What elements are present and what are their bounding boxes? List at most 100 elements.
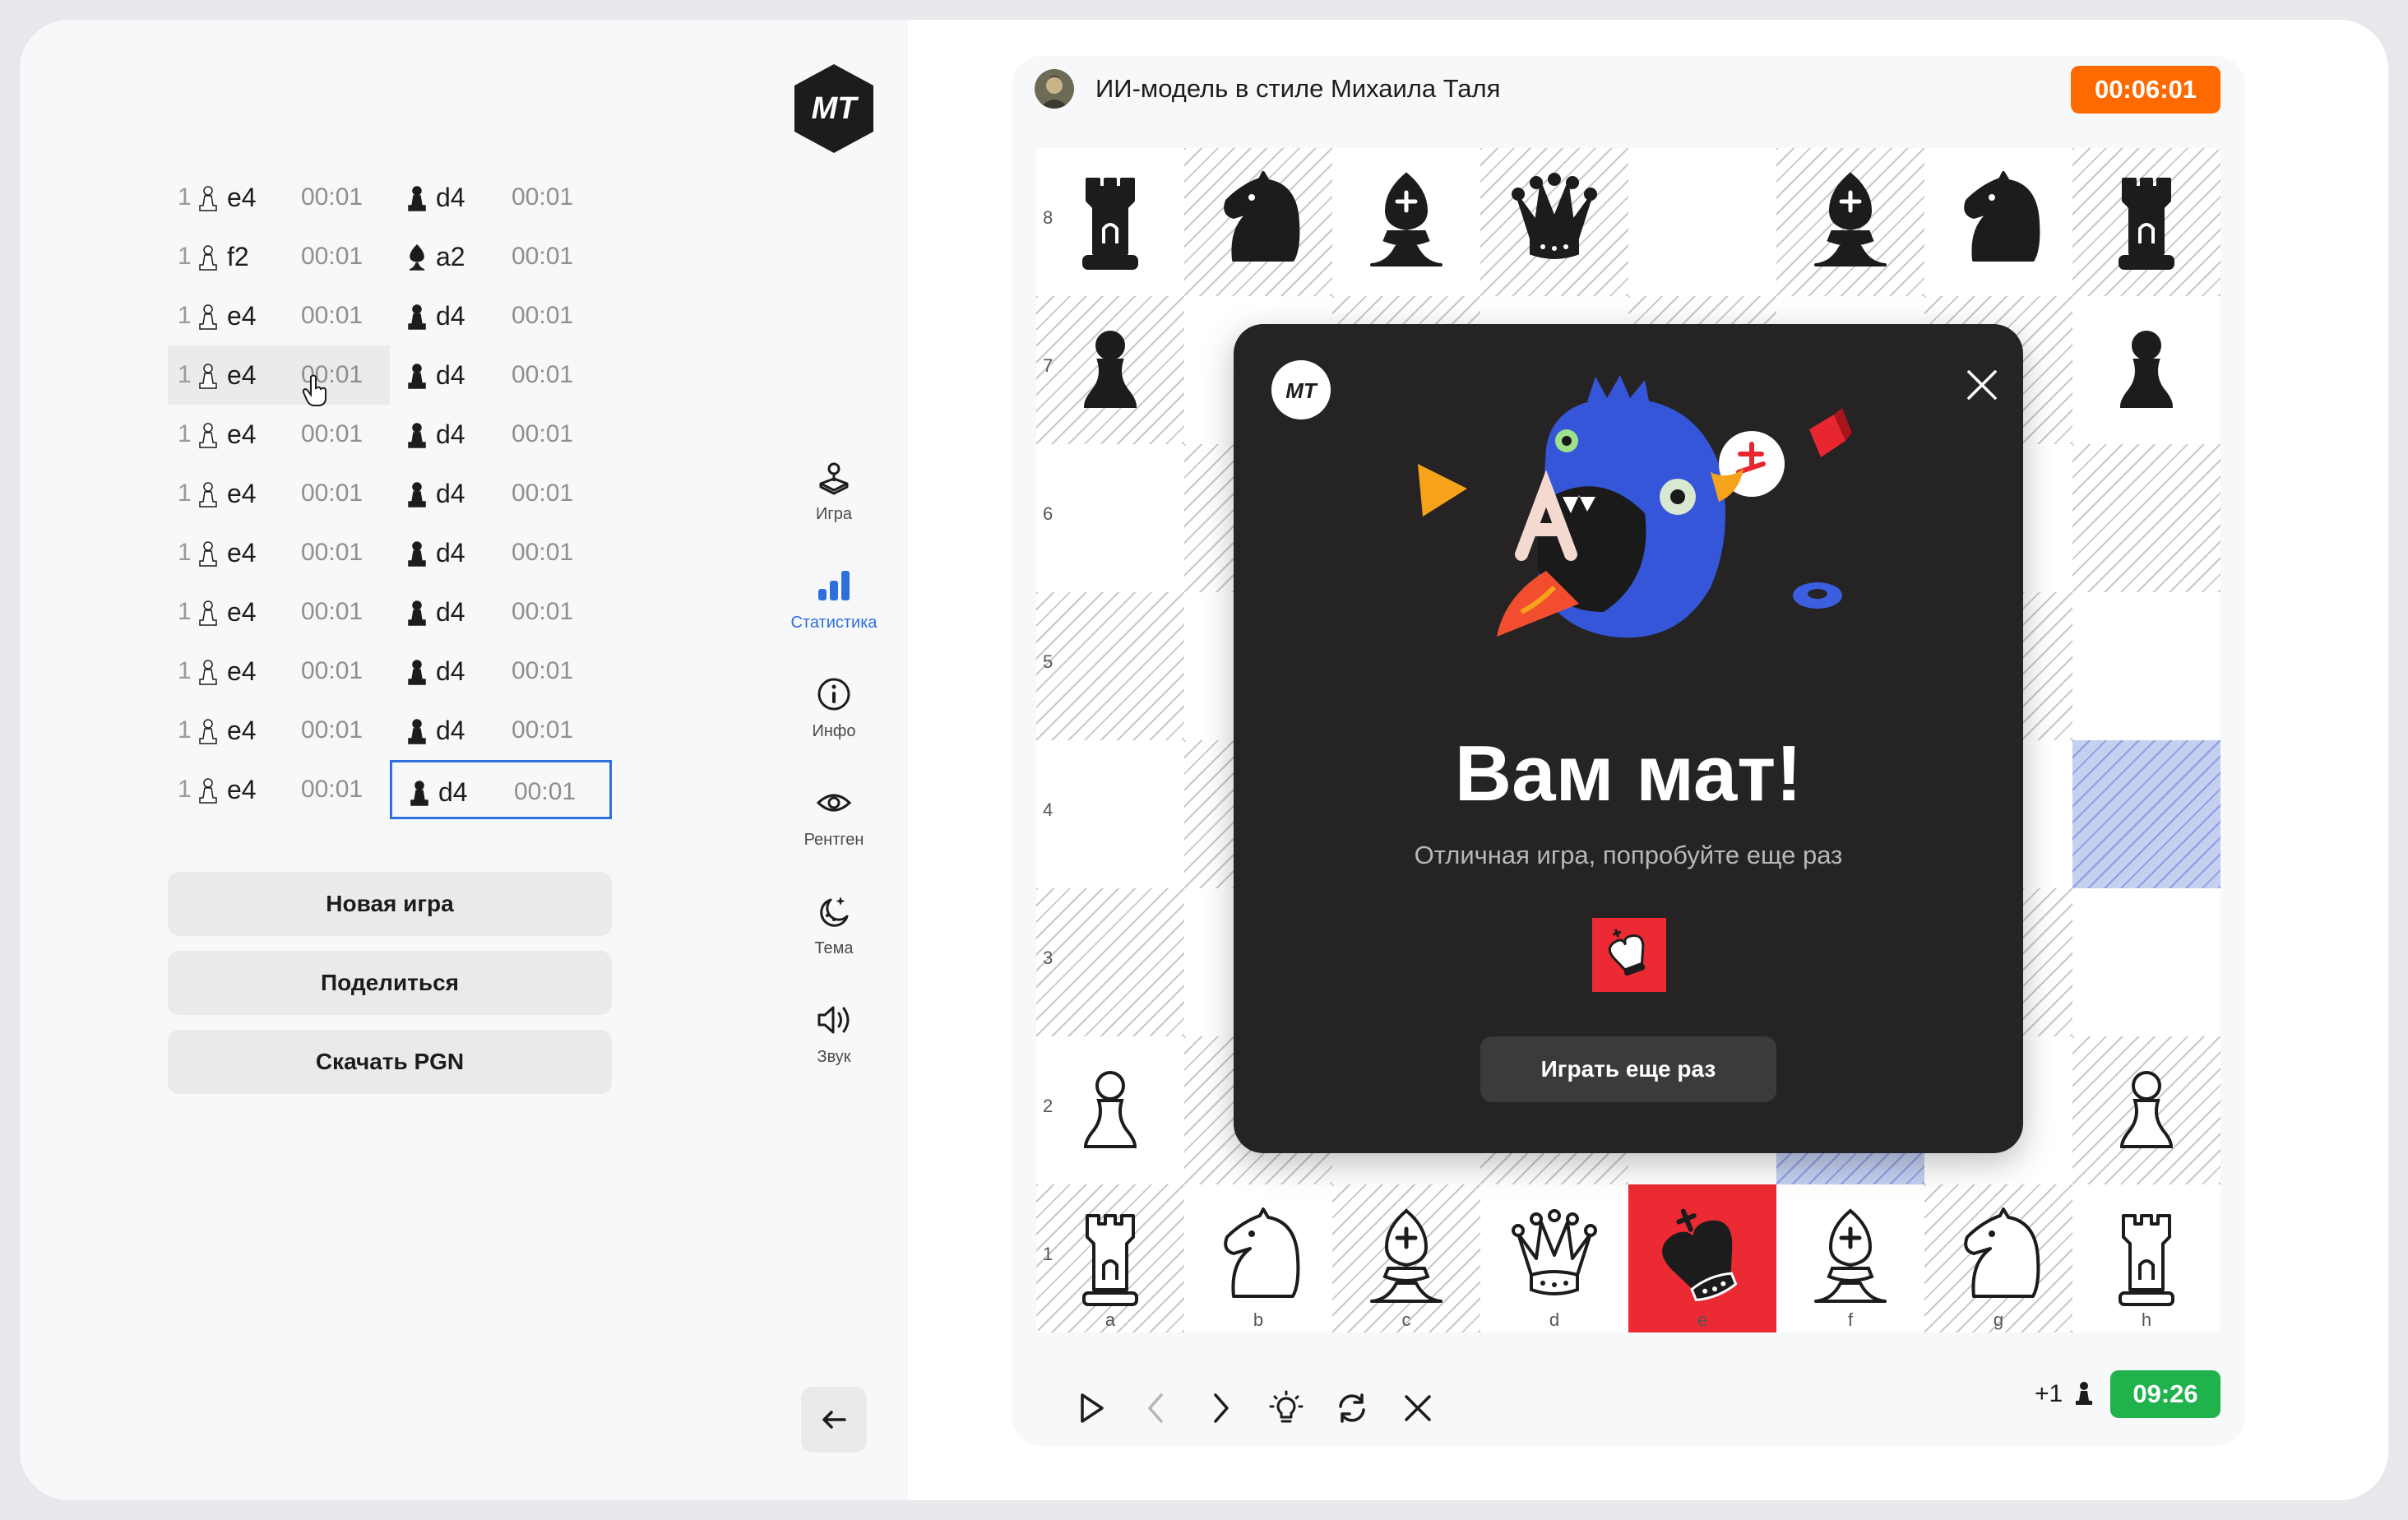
modal-title: Вам мат!: [1454, 730, 1803, 818]
white-pawn-icon: [199, 245, 217, 271]
pawn-black-icon[interactable]: [1053, 313, 1168, 428]
rook-black-icon[interactable]: [2089, 165, 2204, 280]
square-d8[interactable]: [1480, 148, 1628, 296]
knight-white-icon[interactable]: [1941, 1201, 2056, 1316]
play-again-button[interactable]: Играть еще раз: [1480, 1036, 1776, 1102]
black-move[interactable]: d4 00:01: [390, 286, 612, 345]
nav-info[interactable]: Инфо: [789, 676, 879, 741]
square-c8[interactable]: [1332, 148, 1480, 296]
square-a3[interactable]: 3: [1036, 888, 1184, 1036]
white-move[interactable]: 1 e4 00:01: [168, 286, 390, 345]
square-e8[interactable]: [1628, 148, 1776, 296]
chevron-right-icon[interactable]: [1202, 1390, 1239, 1426]
white-move[interactable]: 1 e4 00:01: [168, 582, 390, 642]
square-h4[interactable]: [2072, 740, 2220, 888]
square-a6[interactable]: 6: [1036, 444, 1184, 592]
modal-close-icon[interactable]: [1964, 367, 2000, 403]
square-g8[interactable]: [1924, 148, 2072, 296]
black-move[interactable]: d4 00:01: [390, 701, 612, 760]
square-a1[interactable]: 1a: [1036, 1184, 1184, 1332]
flip-board-icon[interactable]: [1334, 1390, 1370, 1426]
move-square: e4: [227, 656, 257, 686]
nav-sound[interactable]: Звук: [789, 1002, 879, 1067]
move-square: d4: [436, 597, 465, 627]
square-b1[interactable]: b: [1184, 1184, 1332, 1332]
square-h6[interactable]: [2072, 444, 2220, 592]
white-pawn-icon: [199, 778, 217, 804]
close-icon[interactable]: [1400, 1390, 1436, 1426]
bishop-black-icon[interactable]: [1793, 165, 1908, 280]
white-move[interactable]: 1 e4 00:01: [168, 760, 390, 819]
square-h2[interactable]: [2072, 1036, 2220, 1184]
square-a7[interactable]: 7: [1036, 296, 1184, 444]
black-move[interactable]: d4 00:01: [390, 405, 612, 464]
square-c1[interactable]: c: [1332, 1184, 1480, 1332]
black-move[interactable]: d4 00:01: [390, 582, 612, 642]
move-time: 00:01: [301, 243, 364, 270]
square-h8[interactable]: [2072, 148, 2220, 296]
square-f1[interactable]: f: [1776, 1184, 1924, 1332]
square-a2[interactable]: 2: [1036, 1036, 1184, 1184]
back-button[interactable]: [801, 1387, 867, 1453]
black-pawn-icon: [408, 364, 426, 389]
queen-black-icon[interactable]: [1497, 165, 1612, 280]
move-number: 1: [178, 598, 192, 625]
black-move[interactable]: d4 00:01: [390, 168, 612, 227]
square-e1[interactable]: e: [1628, 1184, 1776, 1332]
white-move[interactable]: 1 e4 00:01: [168, 642, 390, 701]
square-g1[interactable]: g: [1924, 1184, 2072, 1332]
pointer-cursor-icon: [303, 374, 326, 406]
square-h5[interactable]: [2072, 592, 2220, 740]
square-h7[interactable]: [2072, 296, 2220, 444]
black-move[interactable]: d4 00:01: [390, 464, 612, 523]
play-icon[interactable]: [1072, 1390, 1109, 1426]
square-d1[interactable]: d: [1480, 1184, 1628, 1332]
knight-black-icon[interactable]: [1201, 165, 1316, 280]
king-black-icon[interactable]: [1645, 1201, 1760, 1316]
nav-xray[interactable]: Рентген: [789, 785, 879, 850]
nav-theme[interactable]: Тема: [789, 893, 879, 958]
square-a4[interactable]: 4: [1036, 740, 1184, 888]
rook-black-icon[interactable]: [1053, 165, 1168, 280]
knight-white-icon[interactable]: [1201, 1201, 1316, 1316]
square-h3[interactable]: [2072, 888, 2220, 1036]
nav-stats[interactable]: Статистика: [789, 568, 879, 633]
white-move[interactable]: 1 e4 00:01: [168, 405, 390, 464]
black-move[interactable]: a2 00:01: [390, 227, 612, 286]
rook-white-icon[interactable]: [1053, 1201, 1168, 1316]
share-button[interactable]: Поделиться: [168, 951, 612, 1015]
move-row: 1 e4 00:01 d4 00:01: [168, 523, 628, 582]
move-time: 00:01: [301, 183, 364, 211]
square-b8[interactable]: [1184, 148, 1332, 296]
white-move[interactable]: 1 e4 00:01: [168, 345, 390, 405]
knight-black-icon[interactable]: [1941, 165, 2056, 280]
bishop-black-icon[interactable]: [1349, 165, 1464, 280]
white-move[interactable]: 1 e4 00:01: [168, 168, 390, 227]
bishop-white-icon[interactable]: [1349, 1201, 1464, 1316]
app-logo[interactable]: MT: [791, 63, 877, 155]
black-move[interactable]: d4 00:01: [390, 345, 612, 405]
download-pgn-button[interactable]: Скачать PGN: [168, 1030, 612, 1094]
white-move[interactable]: 1 e4 00:01: [168, 523, 390, 582]
pawn-white-icon[interactable]: [1053, 1053, 1168, 1168]
square-h1[interactable]: h: [2072, 1184, 2220, 1332]
square-a5[interactable]: 5: [1036, 592, 1184, 740]
black-pawn-icon: [408, 482, 426, 507]
white-move[interactable]: 1 e4 00:01: [168, 701, 390, 760]
nav-game[interactable]: Игра: [789, 459, 879, 524]
new-game-button[interactable]: Новая игра: [168, 872, 612, 936]
pawn-black-icon[interactable]: [2089, 313, 2204, 428]
black-move[interactable]: d4 00:01: [390, 760, 612, 819]
lightbulb-icon[interactable]: [1268, 1390, 1304, 1426]
black-move[interactable]: d4 00:01: [390, 642, 612, 701]
white-move[interactable]: 1 e4 00:01: [168, 464, 390, 523]
queen-white-icon[interactable]: [1497, 1201, 1612, 1316]
pawn-white-icon[interactable]: [2089, 1053, 2204, 1168]
chevron-left-icon[interactable]: [1138, 1390, 1174, 1426]
bishop-white-icon[interactable]: [1793, 1201, 1908, 1316]
black-move[interactable]: d4 00:01: [390, 523, 612, 582]
white-move[interactable]: 1 f2 00:01: [168, 227, 390, 286]
square-f8[interactable]: [1776, 148, 1924, 296]
rook-white-icon[interactable]: [2089, 1201, 2204, 1316]
square-a8[interactable]: 8: [1036, 148, 1184, 296]
